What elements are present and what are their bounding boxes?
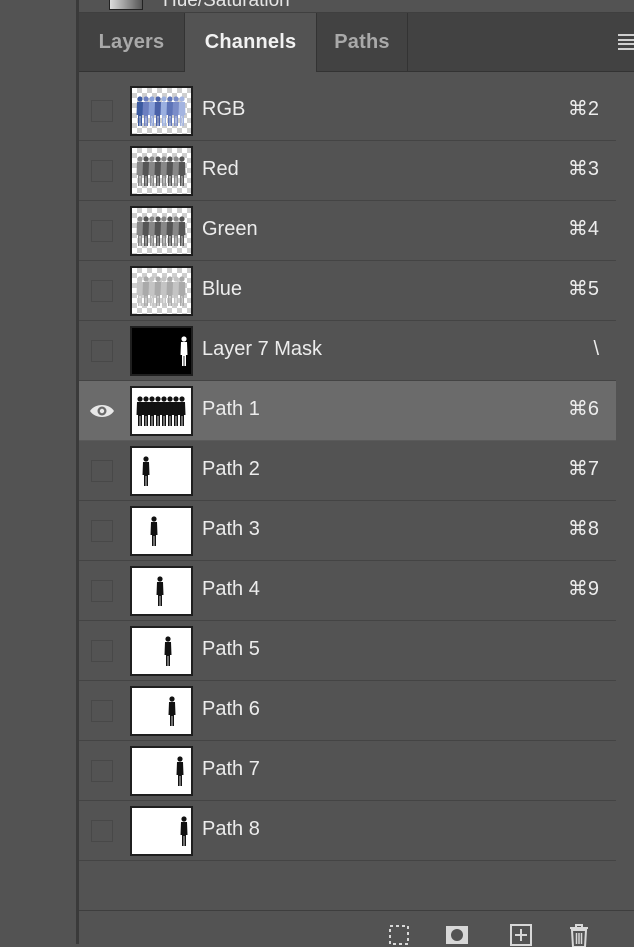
visibility-toggle[interactable] xyxy=(91,280,113,302)
channel-name[interactable]: Green xyxy=(202,201,258,261)
channel-name[interactable]: RGB xyxy=(202,81,245,141)
channel-row[interactable]: Path 8 xyxy=(79,801,616,861)
channel-thumbnail xyxy=(130,626,193,676)
channel-name[interactable]: Path 4 xyxy=(202,561,260,621)
channel-name[interactable]: Path 2 xyxy=(202,441,260,501)
channel-thumbnail xyxy=(130,206,193,256)
visibility-toggle[interactable] xyxy=(91,220,113,242)
channel-name[interactable]: Path 6 xyxy=(202,681,260,741)
channel-name[interactable]: Path 1 xyxy=(202,381,260,441)
channel-name[interactable]: Layer 7 Mask xyxy=(202,321,322,381)
adjustment-layer-row[interactable]: Hue/Saturation xyxy=(79,0,634,13)
channel-row[interactable]: Layer 7 Mask \ xyxy=(79,321,616,381)
channel-thumbnail xyxy=(130,506,193,556)
channel-thumbnail xyxy=(130,266,193,316)
channel-thumbnail xyxy=(130,86,193,136)
channel-list: RGB ⌘2 Red ⌘3 Green ⌘4 Blue ⌘5 Layer 7 Mask \ Pat… xyxy=(79,81,616,861)
channel-name[interactable]: Path 5 xyxy=(202,621,260,681)
visibility-toggle[interactable] xyxy=(91,160,113,182)
channel-row[interactable]: Path 7 xyxy=(79,741,616,801)
channel-shortcut: ⌘6 xyxy=(567,398,599,420)
panel-footer xyxy=(79,910,634,947)
channels-panel: Hue/Saturation Layers Channels Paths RGB… xyxy=(79,0,634,947)
channel-name[interactable]: Path 7 xyxy=(202,741,260,801)
channel-shortcut: ⌘7 xyxy=(567,458,599,480)
channel-row[interactable]: Path 3 ⌘8 xyxy=(79,501,616,561)
channel-row[interactable]: Red ⌘3 xyxy=(79,141,616,201)
tab-layers[interactable]: Layers xyxy=(79,13,184,71)
channel-shortcut: ⌘5 xyxy=(567,278,599,300)
channel-shortcut: ⌘2 xyxy=(567,98,599,120)
channel-thumbnail xyxy=(130,566,193,616)
visibility-toggle[interactable] xyxy=(91,460,113,482)
visibility-toggle[interactable] xyxy=(91,580,113,602)
channel-row[interactable]: Path 4 ⌘9 xyxy=(79,561,616,621)
tab-channels[interactable]: Channels xyxy=(185,13,316,72)
visibility-toggle[interactable] xyxy=(91,520,113,542)
channel-thumbnail xyxy=(130,806,193,856)
channel-row[interactable]: Path 1 ⌘6 xyxy=(79,381,616,441)
load-selection-icon[interactable] xyxy=(387,923,411,947)
channel-name[interactable]: Path 3 xyxy=(202,501,260,561)
channel-thumbnail xyxy=(130,686,193,736)
channel-row[interactable]: Green ⌘4 xyxy=(79,201,616,261)
channel-thumbnail xyxy=(130,146,193,196)
eye-icon[interactable] xyxy=(89,400,115,422)
channel-row[interactable]: Blue ⌘5 xyxy=(79,261,616,321)
left-dock-strip xyxy=(0,0,76,944)
channel-thumbnail xyxy=(130,446,193,496)
visibility-toggle[interactable] xyxy=(91,760,113,782)
channel-shortcut: ⌘8 xyxy=(567,518,599,540)
channel-row[interactable]: Path 5 xyxy=(79,621,616,681)
delete-icon[interactable] xyxy=(567,923,591,947)
visibility-toggle[interactable] xyxy=(91,100,113,122)
channel-row[interactable]: RGB ⌘2 xyxy=(79,81,616,141)
channel-thumbnail xyxy=(130,386,193,436)
tab-paths[interactable]: Paths xyxy=(317,13,407,71)
channel-name[interactable]: Red xyxy=(202,141,239,201)
channel-thumbnail xyxy=(130,326,193,376)
tab-separator xyxy=(407,13,408,71)
channel-name[interactable]: Blue xyxy=(202,261,242,321)
channel-shortcut: ⌘3 xyxy=(567,158,599,180)
visibility-toggle[interactable] xyxy=(91,700,113,722)
channel-name[interactable]: Path 8 xyxy=(202,801,260,861)
new-channel-icon[interactable] xyxy=(509,923,533,947)
save-selection-icon[interactable] xyxy=(445,923,469,947)
channel-shortcut: \ xyxy=(593,338,599,360)
adjustment-thumbnail xyxy=(109,0,143,10)
adjustment-label: Hue/Saturation xyxy=(163,0,290,11)
channel-thumbnail xyxy=(130,746,193,796)
channel-row[interactable]: Path 2 ⌘7 xyxy=(79,441,616,501)
panel-tab-bar: Layers Channels Paths xyxy=(79,13,634,72)
panel-menu-icon[interactable] xyxy=(618,34,634,50)
channel-shortcut: ⌘9 xyxy=(567,578,599,600)
visibility-toggle[interactable] xyxy=(91,340,113,362)
channel-row[interactable]: Path 6 xyxy=(79,681,616,741)
visibility-toggle[interactable] xyxy=(91,640,113,662)
visibility-toggle[interactable] xyxy=(91,820,113,842)
channel-shortcut: ⌘4 xyxy=(567,218,599,240)
